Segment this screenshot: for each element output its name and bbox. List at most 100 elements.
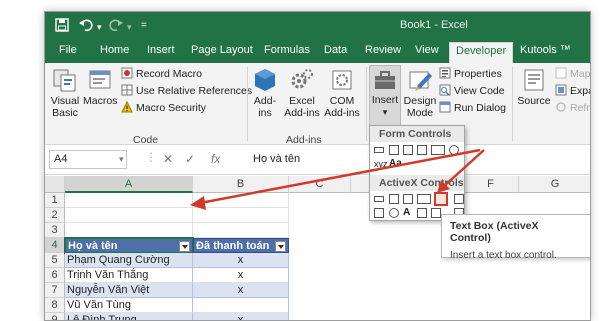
undo-dropdown-icon[interactable]: ▾ (97, 20, 102, 35)
row-header[interactable]: 4 (45, 238, 65, 253)
source-button[interactable]: Source (517, 67, 551, 107)
tab-page-layout[interactable]: Page Layout (191, 44, 253, 56)
row-header[interactable]: 1 (45, 193, 65, 208)
view-code-button[interactable]: View Code (439, 84, 505, 98)
column-header-f[interactable]: F (463, 176, 519, 193)
tab-insert[interactable]: Insert (147, 44, 175, 56)
save-icon[interactable] (55, 18, 69, 33)
cancel-icon[interactable]: ✕ (163, 152, 173, 166)
activex-option-button-icon[interactable] (389, 208, 399, 218)
activex-combo-box-icon[interactable] (389, 194, 399, 204)
activex-checkbox-icon[interactable] (403, 194, 413, 204)
row-header[interactable]: 7 (45, 283, 65, 298)
com-add-ins-button[interactable]: COM Add-ins (323, 67, 361, 119)
formula-input[interactable]: Họ và tên (253, 153, 300, 165)
cell[interactable] (193, 223, 289, 238)
cell[interactable] (193, 193, 289, 208)
properties-button[interactable]: Properties (439, 67, 502, 81)
form-group-box-icon[interactable]: xyz (374, 159, 388, 169)
visual-basic-button[interactable]: Visual Basic (49, 67, 81, 119)
row-header[interactable]: 3 (45, 223, 65, 238)
name-box[interactable]: A4 (49, 150, 127, 169)
form-option-button-icon[interactable] (449, 145, 459, 155)
activex-list-box-icon[interactable] (417, 194, 431, 204)
activex-toggle-button-icon[interactable] (374, 208, 384, 218)
row-header[interactable]: 2 (45, 208, 65, 223)
design-mode-button[interactable]: Design Mode (403, 67, 437, 119)
cell[interactable] (65, 193, 193, 208)
filter-dropdown-icon[interactable] (275, 241, 286, 252)
table-cell[interactable]: x (193, 253, 289, 268)
activex-text-box-icon[interactable] (434, 192, 448, 206)
record-macro-button[interactable]: Record Macro (121, 67, 202, 81)
row-header[interactable]: 5 (45, 253, 65, 268)
column-header-a[interactable]: A (65, 176, 193, 193)
form-list-box-icon[interactable] (431, 145, 445, 155)
table-cell[interactable]: x (193, 283, 289, 298)
macro-security-button[interactable]: Macro Security (121, 101, 206, 115)
table-cell[interactable]: Vũ Văn Tùng (65, 298, 193, 313)
column-header-c[interactable]: C (289, 176, 351, 193)
tab-formulas[interactable]: Formulas (264, 44, 310, 56)
table-cell[interactable]: Phạm Quang Cường (65, 253, 193, 268)
table-cell[interactable] (193, 298, 289, 313)
activex-image-icon[interactable] (417, 208, 427, 218)
cell[interactable] (65, 223, 193, 238)
cell[interactable] (65, 208, 193, 223)
add-ins-button[interactable]: Add- ins (251, 67, 279, 119)
row-header[interactable]: 8 (45, 298, 65, 313)
refresh-icon (556, 102, 566, 112)
title-bar: ▾ ▾ = Book1 - Excel (45, 12, 590, 39)
table-header-cell[interactable]: Đã thanh toán (193, 238, 289, 253)
refresh-data-button[interactable]: Refr (555, 101, 590, 115)
run-dialog-button[interactable]: Run Dialog (439, 101, 506, 115)
activex-scroll-bar-icon[interactable] (454, 194, 464, 204)
tab-data[interactable]: Data (324, 44, 347, 56)
form-spin-button-icon[interactable] (417, 145, 427, 155)
table-cell[interactable]: x (193, 268, 289, 283)
insert-function-icon[interactable]: fx (211, 152, 220, 166)
use-relative-references-button[interactable]: Use Relative References (121, 84, 252, 98)
column-header-g[interactable]: G (519, 176, 590, 193)
activex-label-icon[interactable]: A (403, 208, 413, 218)
tab-home[interactable]: Home (100, 44, 129, 56)
gear-icon (291, 69, 313, 89)
table-cell[interactable]: Trịnh Văn Thắng (65, 268, 193, 283)
tab-file[interactable]: File (59, 44, 77, 56)
table-cell[interactable]: Nguyễn Văn Việt (65, 283, 193, 298)
relative-references-icon (121, 84, 133, 96)
tab-kutools[interactable]: Kutools ™ (520, 44, 571, 56)
customize-qat-icon[interactable]: = (141, 18, 147, 33)
macros-button[interactable]: Macros (83, 67, 117, 107)
redo-icon[interactable] (109, 18, 123, 33)
filter-dropdown-icon[interactable] (179, 241, 190, 252)
redo-dropdown-icon[interactable]: ▾ (127, 20, 132, 35)
form-button-control-icon[interactable] (374, 147, 384, 153)
table-header-cell[interactable]: Họ và tên (64, 237, 194, 254)
activex-command-button-icon[interactable] (374, 196, 384, 202)
form-combo-box-icon[interactable] (389, 145, 399, 155)
activex-spin-button-icon[interactable] (431, 208, 441, 218)
tab-view[interactable]: View (415, 44, 439, 56)
expansion-packs-button[interactable]: Expa (555, 84, 590, 98)
row-header[interactable]: 6 (45, 268, 65, 283)
enter-icon[interactable]: ✓ (185, 152, 195, 166)
undo-icon[interactable] (79, 18, 93, 33)
column-header-b[interactable]: B (193, 176, 289, 193)
warning-icon (121, 101, 133, 113)
form-controls-header: Form Controls (370, 126, 464, 142)
row-header[interactable]: 9 (45, 313, 65, 320)
form-checkbox-icon[interactable] (403, 145, 413, 155)
map-icon (555, 67, 567, 79)
map-properties-button[interactable]: Map (555, 67, 590, 81)
name-box-dropdown-icon[interactable]: ▾ (119, 154, 124, 165)
design-mode-icon (409, 71, 432, 91)
tab-review[interactable]: Review (365, 44, 401, 56)
excel-add-ins-button[interactable]: Excel Add-ins (283, 67, 321, 119)
form-label-icon[interactable]: Aa (389, 159, 402, 169)
tab-developer[interactable]: Developer (449, 42, 514, 63)
cell[interactable] (193, 208, 289, 223)
select-all-corner[interactable] (45, 176, 65, 193)
table-cell[interactable]: Lê Đình Trung (65, 313, 193, 320)
table-cell[interactable]: x (193, 313, 289, 320)
